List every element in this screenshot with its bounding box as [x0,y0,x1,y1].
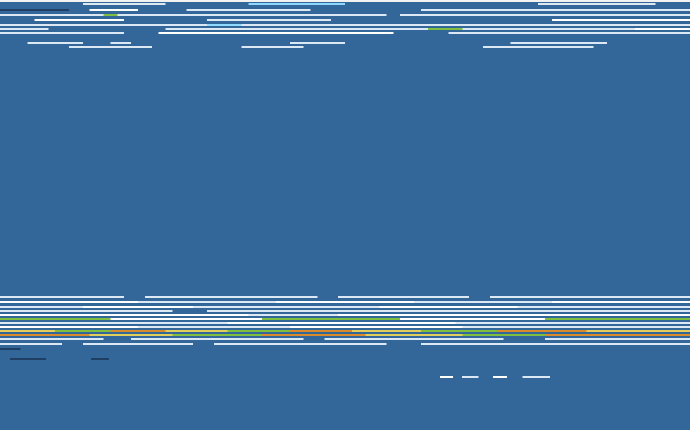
noise-row [0,326,690,328]
noise-row [0,330,690,332]
noise-row [0,338,690,340]
noise-row [0,310,690,312]
noise-row [0,9,690,11]
noise-row [0,42,690,44]
noise-row [0,348,690,350]
lower-artifact-band [0,296,690,352]
bottom-artifact-band [0,352,690,382]
noise-row [0,32,690,34]
noise-row [0,3,690,5]
noise-row [0,306,690,308]
noise-row [0,318,690,320]
noise-row [0,301,690,303]
noise-row [0,14,690,16]
noise-row [0,24,690,26]
main-blue-area [0,48,690,296]
noise-row [0,296,690,298]
noise-row [0,19,690,21]
noise-row [0,322,690,324]
noise-row [0,28,690,30]
noise-row [0,314,690,316]
noise-row [440,376,550,378]
corrupted-screen [0,0,690,430]
top-artifact-band [0,0,690,48]
noise-row [0,343,690,345]
noise-row [0,334,690,336]
noise-row [0,0,690,2]
noise-row [10,358,190,360]
